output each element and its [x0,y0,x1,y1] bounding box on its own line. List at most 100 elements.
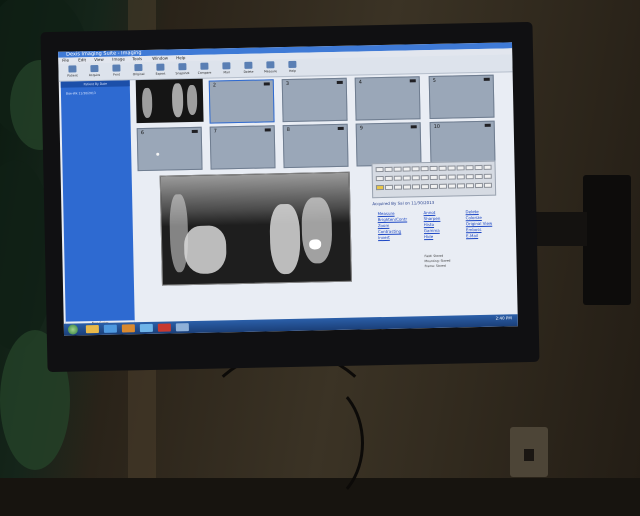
wall-mount-plate [583,175,631,305]
tooth-key[interactable] [456,183,466,189]
tooth-key[interactable] [429,165,438,172]
tooth-key[interactable] [420,166,429,172]
toolbar-button-compare[interactable]: Compare [194,62,214,77]
tooth-key[interactable] [438,174,447,180]
tooth-key[interactable] [384,175,393,181]
toolbar-button-acquire[interactable]: Acquire [84,64,104,79]
tooth-key[interactable] [474,173,483,180]
toolbar-button-patient[interactable]: Patient [62,64,82,79]
tooth-key[interactable] [411,166,420,172]
tooth-key[interactable] [447,174,456,180]
tooth-key[interactable] [474,182,484,189]
link-brighten[interactable]: Brighten/Contr [378,217,408,223]
link-emboss[interactable]: Emboss [466,227,482,232]
toolbar-button-help[interactable]: Help [282,60,302,75]
tooth-key[interactable] [393,166,402,172]
taskbar-clock: 2:40 PM [478,315,512,321]
thumbnail-6[interactable]: 6 [136,126,203,172]
export-icon [156,63,165,71]
link-invert[interactable]: Invert [378,235,390,240]
thumbnail-4[interactable]: 4 [354,76,421,121]
link-delete[interactable]: Delete [465,209,478,214]
link-zoom[interactable]: Zoom [378,223,390,228]
tooth-key[interactable] [402,166,411,172]
tooth-key[interactable] [483,173,492,179]
tooth-key[interactable] [384,184,394,190]
tooth-key[interactable] [393,184,403,190]
link-measure[interactable]: Measure [377,211,394,216]
toolbar-button-mail[interactable]: Mail [216,61,236,76]
tooth-key[interactable] [375,166,384,173]
start-button[interactable] [67,324,78,335]
status-field: Field: Stored [424,253,444,259]
tooth-key[interactable] [384,166,393,172]
explorer-icon[interactable] [85,324,99,334]
tooth-key[interactable] [375,175,384,182]
link-original-view[interactable]: Original View [466,221,493,227]
measure-icon [266,61,275,69]
link-email[interactable]: E-Mail [466,233,478,238]
tooth-key[interactable] [420,184,430,190]
flag-icon [337,126,344,130]
tooth-key[interactable] [447,183,457,189]
sidebar-series-entry[interactable]: Bite-Wk 11/30/2013 [66,91,96,96]
tooth-key[interactable] [465,174,474,180]
tooth-key[interactable] [483,164,492,170]
original-icon [134,64,143,72]
media-player-icon[interactable] [121,324,135,333]
tooth-key[interactable] [483,182,493,188]
thumbnail-5[interactable]: 5 [428,74,495,120]
thumbnail-8[interactable]: 8 [282,123,349,169]
tooth-key[interactable] [402,184,412,190]
acquire-icon [90,64,99,73]
link-annot[interactable]: Annot [423,210,435,215]
tooth-key[interactable] [438,183,448,189]
link-sharpen[interactable]: Sharpen [424,216,441,221]
tooth-key[interactable] [474,164,483,171]
thumbnail-2[interactable]: 2 [208,79,275,124]
snapshot-icon [178,63,187,71]
tooth-key[interactable] [465,183,475,189]
thumbnail-7[interactable]: 7 [209,125,276,170]
thumbnail-10[interactable]: 10 [429,120,496,166]
help-icon [288,60,297,68]
flag-icon [191,129,198,134]
acquired-info: Acquired By Sal on 11/30/2013 [372,199,435,207]
link-gamma[interactable]: Gamma [424,228,440,233]
app-icon[interactable] [139,323,153,333]
link-histo[interactable]: Histo [424,222,434,227]
tooth-key[interactable] [456,165,465,171]
tooth-key[interactable] [465,165,474,171]
ie-icon[interactable] [103,324,117,333]
thumbnail-9[interactable]: 9 [355,122,422,167]
thumbnail-3[interactable]: 3 [281,77,348,123]
toolbar-button-export[interactable]: Export [150,62,170,77]
link-hide[interactable]: Hide [424,234,433,239]
toolbar-button-snapshot[interactable]: Snapshot [172,62,192,77]
toolbar-button-delete[interactable]: Delete [238,61,258,76]
main-xray-viewer[interactable] [159,171,352,286]
toolbar-button-original[interactable]: Original [128,63,148,78]
link-colorize[interactable]: Colorize [466,215,482,220]
tooth-key[interactable] [456,174,465,180]
tooth-key[interactable] [393,175,402,181]
sidebar-header[interactable]: Patient By Date [60,80,130,88]
link-contrasting[interactable]: Contrasting [378,229,401,234]
tooth-key[interactable] [438,165,447,171]
tooth-chart-keypad [371,160,497,199]
tooth-key[interactable] [411,175,420,181]
toolbar-button-print[interactable]: Print [106,63,126,78]
tooth-key[interactable] [429,183,439,190]
thumbnail-1-xray[interactable] [135,78,204,124]
tooth-key[interactable] [402,175,411,181]
dental-app-icon[interactable] [157,323,171,332]
tooth-key[interactable] [447,165,456,171]
tooth-image [171,83,184,118]
tooth-key[interactable] [429,174,438,181]
toolbar-button-measure[interactable]: Measure [260,60,280,75]
taskbar-app-icon[interactable] [175,323,189,332]
tooth-key[interactable] [420,175,429,181]
tooth-key[interactable] [411,184,421,190]
tooth-key[interactable] [375,184,385,191]
compare-icon [200,62,209,70]
